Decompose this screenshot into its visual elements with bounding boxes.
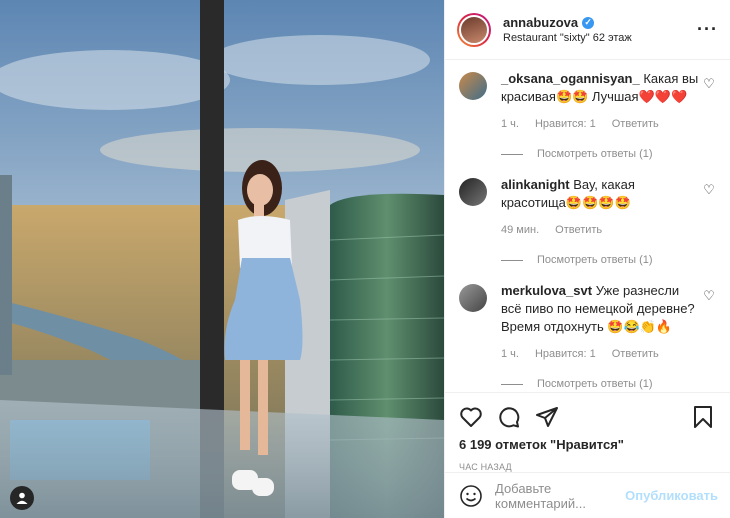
add-comment-bar: Добавьте комментарий... Опубликовать bbox=[445, 472, 730, 518]
post-header: annabuzova ✓ Restaurant "sixty" 62 этаж … bbox=[445, 0, 730, 60]
heart-icon[interactable]: ♡ bbox=[700, 76, 718, 106]
comment-username[interactable]: alinkanight bbox=[501, 177, 570, 192]
reply-button[interactable]: Ответить bbox=[555, 224, 602, 236]
author-avatar[interactable] bbox=[457, 12, 491, 47]
comment-time[interactable]: 1 ч. bbox=[501, 118, 519, 130]
likes-count[interactable]: 6 199 отметок "Нравится" bbox=[445, 433, 730, 452]
view-replies-button[interactable]: Посмотреть ответы (1) bbox=[501, 148, 718, 160]
comment-time[interactable]: 1 ч. bbox=[501, 348, 519, 360]
post-location[interactable]: Restaurant "sixty" 62 этаж bbox=[503, 32, 697, 44]
view-replies-label: Посмотреть ответы (1) bbox=[537, 254, 653, 266]
verified-icon: ✓ bbox=[582, 16, 595, 29]
divider bbox=[501, 153, 523, 155]
comment-username[interactable]: merkulova_svt bbox=[501, 283, 592, 298]
emoji-icon[interactable] bbox=[459, 484, 483, 508]
commenter-avatar[interactable] bbox=[459, 178, 487, 206]
comment-meta: 49 мин. Ответить bbox=[501, 224, 718, 236]
reply-button[interactable]: Ответить bbox=[612, 118, 659, 130]
comment-item: merkulova_svt Уже разнесли всё пиво по н… bbox=[459, 282, 718, 336]
post-sidebar: annabuzova ✓ Restaurant "sixty" 62 этаж … bbox=[444, 0, 730, 518]
publish-button[interactable]: Опубликовать bbox=[625, 488, 718, 503]
reply-button[interactable]: Ответить bbox=[612, 348, 659, 360]
author-username[interactable]: annabuzova bbox=[503, 15, 578, 30]
author-username-row: annabuzova ✓ bbox=[503, 15, 697, 30]
comment-username[interactable]: _oksana_ogannisyan_ bbox=[501, 71, 640, 86]
photo-image bbox=[0, 0, 444, 518]
heart-icon[interactable]: ♡ bbox=[700, 288, 718, 336]
bookmark-icon[interactable] bbox=[692, 405, 714, 429]
comment-meta: 1 ч. Нравится: 1 Ответить bbox=[501, 348, 718, 360]
view-replies-label: Посмотреть ответы (1) bbox=[537, 378, 653, 390]
view-replies-label: Посмотреть ответы (1) bbox=[537, 148, 653, 160]
comment-item: alinkanight Вау, какая красотища🤩🤩🤩🤩 ♡ bbox=[459, 176, 718, 212]
view-replies-button[interactable]: Посмотреть ответы (1) bbox=[501, 378, 718, 390]
comment-icon[interactable] bbox=[497, 405, 521, 429]
heart-icon[interactable]: ♡ bbox=[700, 182, 718, 212]
more-options-icon[interactable]: ··· bbox=[697, 19, 718, 40]
user-tag-icon[interactable] bbox=[10, 486, 34, 510]
heart-icon[interactable] bbox=[459, 405, 483, 429]
divider bbox=[501, 383, 523, 385]
comment-meta: 1 ч. Нравится: 1 Ответить bbox=[501, 118, 718, 130]
divider bbox=[501, 259, 523, 261]
post-actions: 6 199 отметок "Нравится" ЧАС НАЗАД Добав… bbox=[445, 392, 730, 518]
comment-item: _oksana_ogannisyan_ Какая вы красивая🤩🤩 … bbox=[459, 70, 718, 106]
instagram-post: annabuzova ✓ Restaurant "sixty" 62 этаж … bbox=[0, 0, 730, 518]
post-photo[interactable] bbox=[0, 0, 444, 518]
share-icon[interactable] bbox=[535, 405, 559, 429]
comment-input[interactable]: Добавьте комментарий... bbox=[495, 481, 625, 511]
comments-list: _oksana_ogannisyan_ Какая вы красивая🤩🤩 … bbox=[445, 60, 730, 390]
commenter-avatar[interactable] bbox=[459, 72, 487, 100]
post-timestamp[interactable]: ЧАС НАЗАД bbox=[445, 452, 730, 472]
commenter-avatar[interactable] bbox=[459, 284, 487, 312]
view-replies-button[interactable]: Посмотреть ответы (1) bbox=[501, 254, 718, 266]
action-icons bbox=[445, 393, 730, 433]
comment-likes[interactable]: Нравится: 1 bbox=[535, 348, 596, 360]
comment-time[interactable]: 49 мин. bbox=[501, 224, 539, 236]
comment-likes[interactable]: Нравится: 1 bbox=[535, 118, 596, 130]
